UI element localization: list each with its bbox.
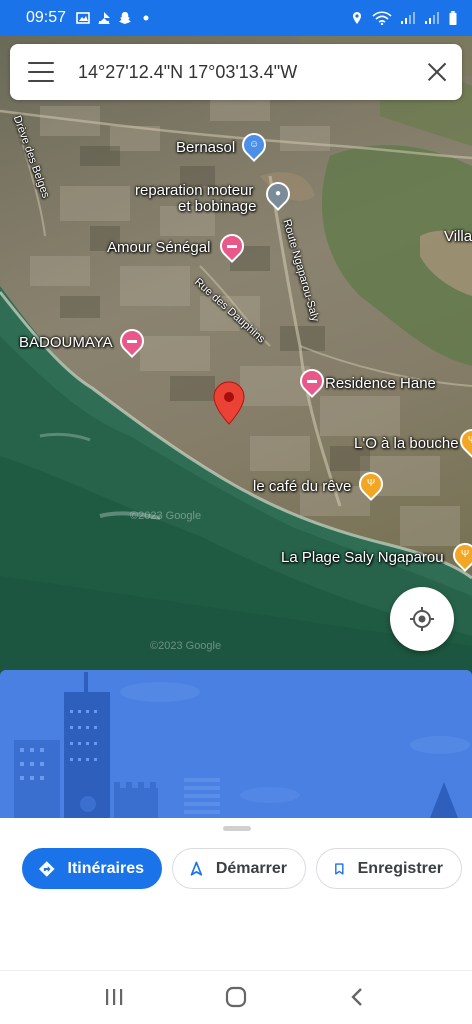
place-label-residence-hane[interactable]: Residence Hane [325,375,436,392]
directions-icon [38,860,55,877]
save-button[interactable]: Enregistrer [316,848,462,889]
battery-icon [449,11,457,25]
close-icon[interactable] [426,61,448,83]
image-icon [76,12,90,24]
dot-icon [143,15,149,21]
search-query[interactable]: 14°27'12.4"N 17°03'13.4"W [78,62,426,83]
wifi-icon [372,11,392,25]
directions-label: Itinéraires [67,859,144,877]
sheet-handle[interactable] [223,826,251,831]
map-view[interactable]: Drève des Belges Route Ngaparou-Saly Rue… [0,36,472,676]
signal-icon [401,12,415,24]
mail-icon [98,12,111,24]
bottom-sheet: Itinéraires Démarrer Enregistrer [0,818,472,970]
my-location-button[interactable] [390,587,454,651]
location-icon [353,12,361,24]
crosshair-icon [410,607,434,631]
signal2-icon [425,12,439,24]
place-illustration [0,670,472,818]
system-nav-bar [0,970,472,1024]
recent-apps-icon[interactable] [102,985,126,1009]
bookmark-icon [335,862,344,875]
place-label-bernasol[interactable]: Bernasol [176,139,235,156]
map-watermark: ©2023 Google [130,510,202,522]
snapchat-icon [119,12,132,24]
place-label-la-plage[interactable]: La Plage Saly Ngaparou [281,549,444,566]
action-row: Itinéraires Démarrer Enregistrer [22,848,462,889]
directions-button[interactable]: Itinéraires [22,848,162,889]
satellite-imagery [0,36,472,676]
place-label-lo-a-la-bouche[interactable]: L'O à la bouche [354,435,459,452]
home-icon[interactable] [224,985,248,1009]
place-label-reparation[interactable]: reparation moteur [135,182,253,199]
menu-icon[interactable] [28,62,54,82]
place-label-cafe-du-reve[interactable]: le café du rêve [253,478,351,495]
place-label-amour-senegal[interactable]: Amour Sénégal [107,239,210,256]
status-bar: 09:57 [0,0,472,36]
place-label-reparation-2[interactable]: et bobinage [178,198,256,215]
start-label: Démarrer [215,859,287,877]
search-bar[interactable]: 14°27'12.4"N 17°03'13.4"W [10,44,462,100]
selected-location-pin[interactable] [212,380,246,426]
start-button[interactable]: Démarrer [172,848,306,889]
map-watermark-2: ©2023 Google [150,640,222,652]
navigation-arrow-icon [190,861,203,876]
place-label-villa[interactable]: Villa [444,228,472,245]
place-label-badoumaya[interactable]: BADOUMAYA [19,334,113,351]
back-icon[interactable] [346,985,370,1009]
status-time: 09:57 [26,9,67,26]
save-label: Enregistrer [357,859,443,877]
